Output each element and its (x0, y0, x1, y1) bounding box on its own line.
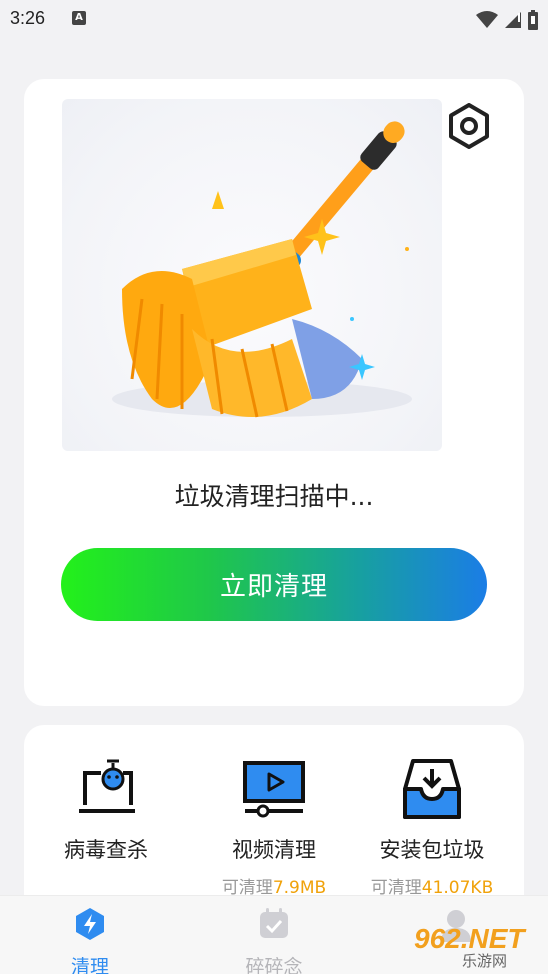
tool-virus-scan[interactable]: 病毒查杀 (26, 755, 186, 864)
tool-virus-scan-label: 病毒查杀 (64, 838, 148, 862)
tool-apk-junk[interactable]: 安装包垃圾 可清理41.07KB (352, 755, 512, 898)
svg-text:乐游网: 乐游网 (462, 952, 507, 970)
calendar-check-icon (260, 908, 288, 938)
tools-card: 病毒查杀 视频清理 可清理7.9MB 安装包垃圾 可清理41.07KB (24, 725, 524, 915)
tool-video-clean[interactable]: 视频清理 可清理7.9MB (194, 755, 354, 898)
cell-signal-icon (505, 12, 521, 28)
tool-apk-junk-label: 安装包垃圾 (379, 838, 485, 862)
virus-scan-icon (79, 759, 135, 813)
settings-gear-icon[interactable] (446, 103, 492, 149)
status-icons (476, 10, 538, 30)
clean-card: 垃圾清理扫描中... 立即清理 (24, 79, 524, 706)
status-time: 3:26 (10, 8, 46, 28)
clean-tab-icon (76, 908, 104, 940)
broom-illustration (62, 99, 442, 451)
wifi-icon (476, 11, 498, 28)
svg-text:962.NET: 962.NET (414, 923, 527, 954)
video-clean-icon (243, 761, 305, 818)
tab-notes-label: 碎碎念 (245, 956, 303, 974)
apk-junk-icon (403, 759, 461, 819)
notification-app-icon: A (72, 11, 86, 25)
clean-now-button[interactable]: 立即清理 (61, 548, 487, 621)
tool-video-clean-label: 视频清理 (232, 838, 316, 862)
site-watermark-logo: 962.NET 乐游网 (414, 923, 527, 970)
status-bar: 3:26 A (0, 0, 548, 38)
scan-status-text: 垃圾清理扫描中... (174, 482, 374, 511)
battery-icon (528, 10, 538, 30)
tab-clean-label: 清理 (70, 956, 109, 974)
tab-notes[interactable]: 碎碎念 (204, 906, 344, 974)
tab-clean[interactable]: 清理 (20, 906, 160, 974)
